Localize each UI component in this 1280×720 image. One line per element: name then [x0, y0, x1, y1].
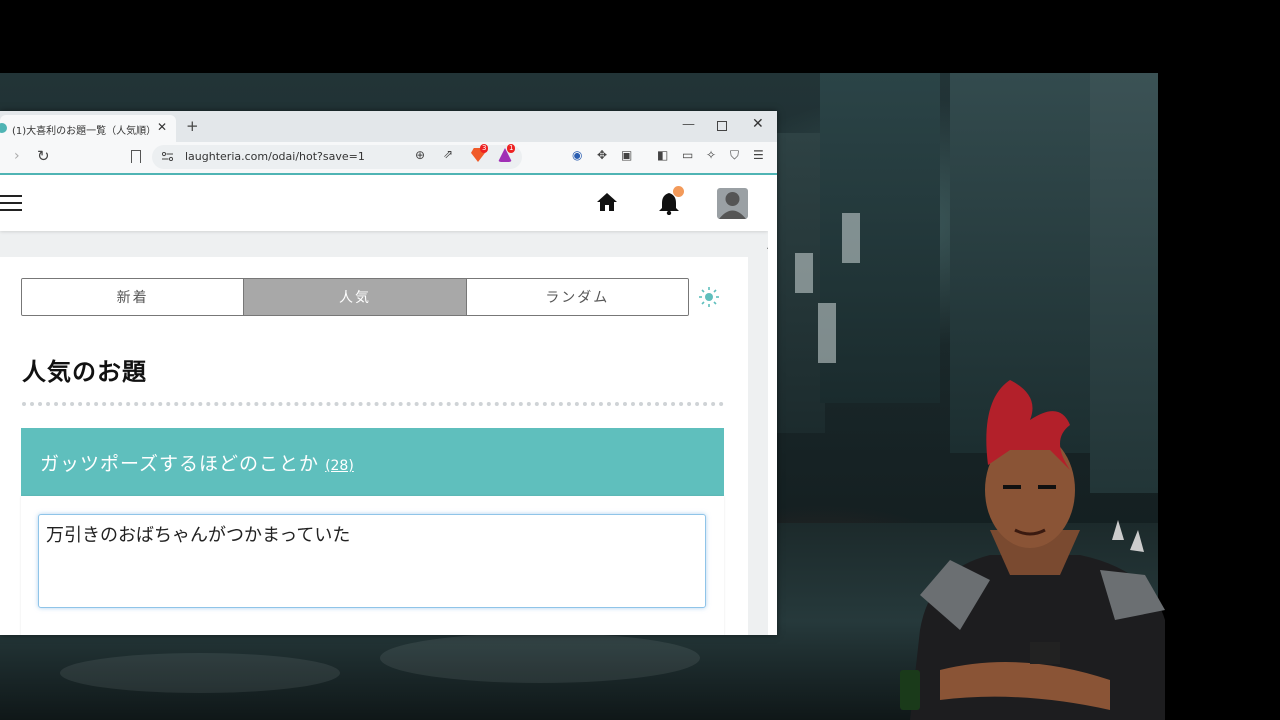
address-bar[interactable]: laughteria.com/odai/hot?save=1	[152, 145, 522, 169]
browser-toolbar: › ↻ laughteria.com/odai/hot?save=1 ⊕ ⇗ 3…	[0, 142, 777, 175]
wallpaper-sign	[795, 253, 813, 293]
page-title: 人気のお題	[22, 358, 147, 386]
tab-close-icon[interactable]: ✕	[157, 120, 167, 134]
extensions-puzzle-icon[interactable]: ✥	[597, 148, 607, 162]
scroll-up-arrow[interactable]: ▲	[767, 241, 768, 250]
wallet-icon[interactable]: ▭	[682, 148, 693, 162]
wallpaper-puddle	[380, 633, 700, 683]
leo-ai-icon[interactable]: ✧	[706, 148, 716, 162]
reload-icon[interactable]: ↻	[37, 147, 50, 165]
maximize-icon[interactable]	[717, 121, 727, 131]
answer-input[interactable]: 万引きのおばちゃんがつかまっていた	[38, 514, 706, 608]
site-header	[0, 175, 768, 231]
browser-window: (1)大喜利のお題一覧（人気順） ✕ + — ✕ › ↻ laughteria.…	[0, 111, 777, 635]
wallpaper-sign	[818, 303, 836, 363]
tab-new[interactable]: 新着	[22, 279, 245, 315]
extension-circle-icon[interactable]: ◉	[572, 148, 582, 162]
share-icon[interactable]: ⇗	[443, 147, 453, 161]
zoom-icon[interactable]: ⊕	[415, 148, 425, 162]
dotted-divider	[22, 402, 724, 406]
answer-area: 万引きのおばちゃんがつかまっていた	[21, 496, 724, 635]
tab-popular[interactable]: 人気	[244, 279, 467, 315]
menu-icon[interactable]: ☰	[753, 148, 764, 162]
theme-toggle-icon[interactable]	[698, 286, 720, 308]
wallpaper-puddle	[60, 653, 340, 693]
reader-icon[interactable]: ▣	[621, 148, 632, 162]
content-card: 新着 人気 ランダム 人気のお題 ガッツポーズするほどのことか (28) 万引き…	[0, 257, 748, 635]
site-favicon-icon	[0, 123, 7, 133]
sort-tabs: 新着 人気 ランダム	[21, 278, 689, 316]
odai-header: ガッツポーズするほどのことか (28)	[21, 428, 724, 496]
hamburger-menu-icon[interactable]	[0, 195, 22, 211]
tab-title: (1)大喜利のお題一覧（人気順）	[12, 126, 152, 137]
new-tab-button[interactable]: +	[186, 117, 199, 135]
user-avatar-icon[interactable]	[717, 188, 748, 219]
home-icon[interactable]	[596, 191, 618, 213]
odai-answer-count-link[interactable]: (28)	[325, 458, 354, 474]
tab-random[interactable]: ランダム	[466, 279, 688, 315]
wallpaper-building	[820, 73, 940, 403]
tab-strip: (1)大喜利のお題一覧（人気順） ✕ + — ✕	[0, 111, 777, 142]
web-page: ▲ ▼ 新着 人気 ランダム 人気のお題	[0, 175, 768, 635]
url-text: laughteria.com/odai/hot?save=1	[185, 150, 365, 163]
forward-icon[interactable]: ›	[14, 148, 20, 164]
notification-dot	[673, 186, 684, 197]
browser-tab-active[interactable]: (1)大喜利のお題一覧（人気順） ✕	[0, 115, 176, 142]
site-settings-icon[interactable]	[162, 152, 173, 161]
streamer-avatar-figure	[900, 380, 1165, 720]
odai-title: ガッツポーズするほどのことか	[40, 453, 320, 475]
bookmark-icon[interactable]	[131, 150, 141, 163]
minimize-icon[interactable]: —	[682, 117, 695, 132]
wallpaper-sign	[842, 213, 860, 263]
vpn-shield-icon[interactable]: ⛉	[730, 148, 739, 163]
odai-title-row: ガッツポーズするほどのことか (28)	[40, 449, 354, 476]
sidebar-icon[interactable]: ◧	[657, 148, 668, 162]
window-close-icon[interactable]: ✕	[752, 116, 764, 132]
